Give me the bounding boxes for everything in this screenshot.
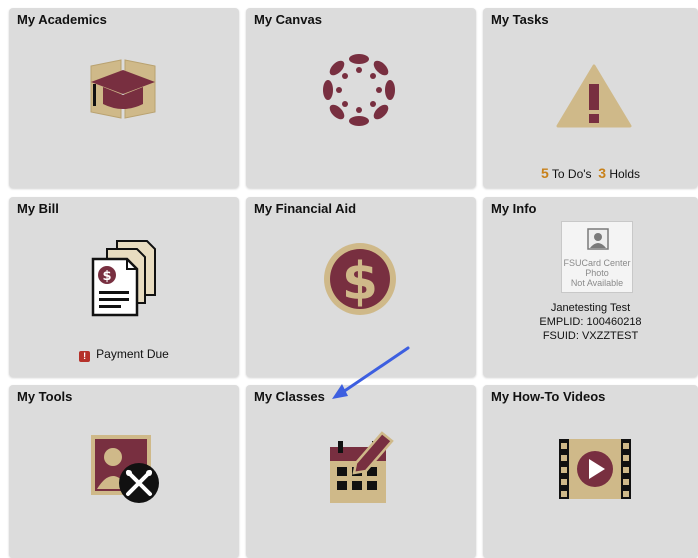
- tile-my-tasks[interactable]: My Tasks 5 To Do's 3 Holds: [483, 8, 698, 188]
- warning-triangle-icon: [556, 64, 632, 128]
- todo-count: 5: [540, 165, 549, 181]
- calendar-pencil-icon: [330, 431, 394, 503]
- tile-title: My Bill: [17, 201, 59, 216]
- tile-title: My How-To Videos: [491, 389, 606, 404]
- alert-icon: !: [79, 351, 91, 362]
- dollar-coin-icon: $: [324, 243, 396, 315]
- bill-status: ! Payment Due: [9, 347, 239, 362]
- student-name: Janetesting Test: [550, 302, 631, 314]
- holds-count: 3: [598, 165, 606, 181]
- fsuid: FSUID: VXZZTEST: [542, 330, 639, 342]
- bill-status-text: Payment Due: [96, 347, 169, 361]
- tile-my-academics[interactable]: My Academics: [9, 8, 239, 188]
- tile-title: My Academics: [17, 12, 107, 27]
- tile-title: My Info: [491, 201, 537, 216]
- tile-title: My Tools: [17, 389, 73, 404]
- holds-label: Holds: [609, 167, 641, 181]
- tasks-summary: 5 To Do's 3 Holds: [483, 165, 698, 181]
- svg-text:$: $: [102, 269, 111, 284]
- film-play-icon: [559, 439, 631, 499]
- tile-title: My Classes: [254, 389, 325, 404]
- tile-my-classes[interactable]: My Classes: [246, 385, 476, 558]
- tile-title: My Canvas: [254, 12, 322, 27]
- annotation-arrow: [332, 346, 410, 399]
- bill-document-icon: $: [91, 240, 156, 317]
- tile-my-info[interactable]: My Info FSUCard Center Photo Not Availab…: [483, 197, 698, 377]
- info-details: Janetesting Test EMPLID: 100460218 FSUID…: [483, 301, 698, 343]
- tile-my-how-to-videos[interactable]: My How-To Videos: [483, 385, 698, 558]
- todo-label: To Do's: [551, 167, 592, 181]
- svg-text:$: $: [342, 252, 378, 312]
- person-photo-icon: [587, 228, 609, 250]
- tile-my-bill[interactable]: My Bill $ ! Payment Due: [9, 197, 239, 377]
- photo-unavailable-text: FSUCard Center Photo Not Available: [563, 258, 631, 288]
- emplid: EMPLID: 100460218: [539, 316, 642, 328]
- tile-my-tools[interactable]: My Tools: [9, 385, 239, 558]
- user-tools-icon: [91, 435, 159, 503]
- graduation-cap-book-icon: [90, 59, 156, 119]
- photo-placeholder: FSUCard Center Photo Not Available: [561, 221, 633, 293]
- tile-title: My Tasks: [491, 12, 549, 27]
- canvas-logo-icon: [323, 54, 395, 126]
- tile-title: My Financial Aid: [254, 201, 357, 216]
- tile-my-canvas[interactable]: My Canvas: [246, 8, 476, 188]
